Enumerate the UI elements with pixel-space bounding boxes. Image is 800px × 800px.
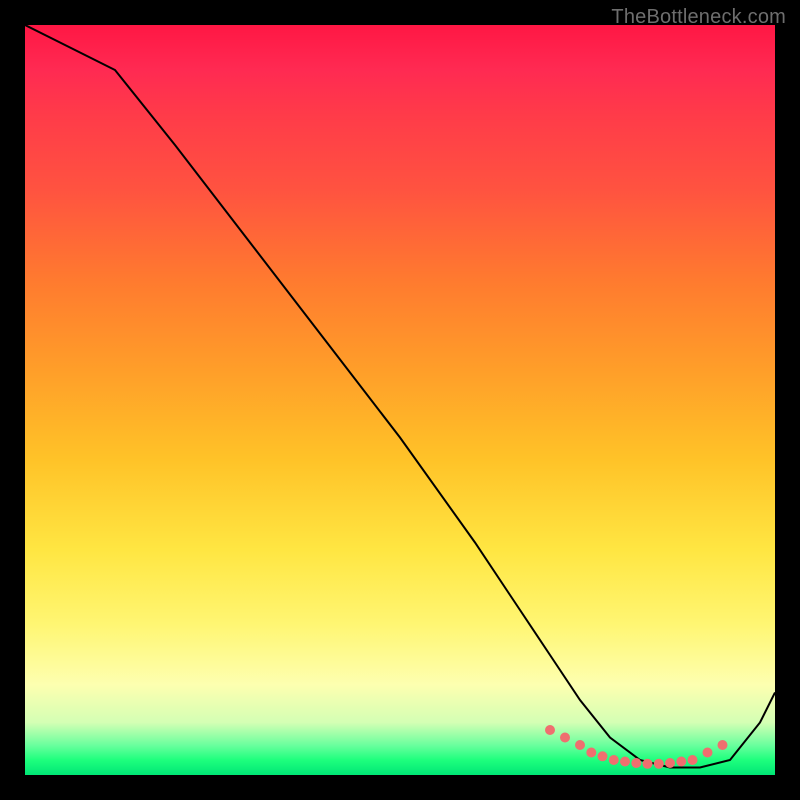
valley-dot [560, 733, 570, 743]
valley-dot [703, 748, 713, 758]
valley-markers [545, 725, 728, 769]
valley-dot [575, 740, 585, 750]
valley-dot [631, 758, 641, 768]
plot-area [25, 25, 775, 775]
watermark-text: TheBottleneck.com [611, 6, 786, 29]
valley-dot [718, 740, 728, 750]
valley-dot [654, 759, 664, 769]
valley-dot [586, 748, 596, 758]
valley-dot [620, 757, 630, 767]
bottleneck-curve [25, 25, 775, 768]
chart-container: TheBottleneck.com [0, 0, 800, 800]
valley-dot [598, 751, 608, 761]
valley-dot [665, 758, 675, 768]
valley-dot [676, 757, 686, 767]
valley-dot [609, 755, 619, 765]
valley-dot [545, 725, 555, 735]
curve-svg [25, 25, 775, 775]
valley-dot [643, 759, 653, 769]
valley-dot [688, 755, 698, 765]
